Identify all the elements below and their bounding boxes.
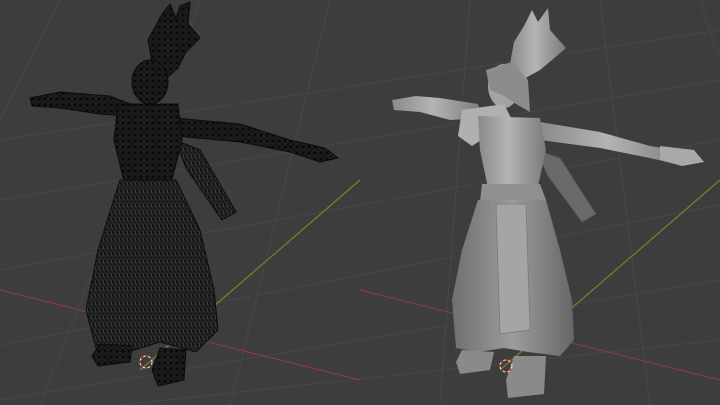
wireframe-foot-right: [151, 347, 187, 387]
solid-torso: [478, 116, 546, 188]
solid-character[interactable]: [392, 8, 704, 398]
wireframe-skirt: [85, 179, 219, 353]
wireframe-foot-left: [91, 343, 133, 367]
solid-hand-right: [660, 146, 704, 166]
wireframe-torso: [113, 103, 183, 183]
3d-cursor-icon[interactable]: [499, 359, 513, 373]
solid-foot-left: [456, 350, 494, 374]
wireframe-head: [131, 59, 169, 105]
viewport-canvas[interactable]: [0, 0, 720, 405]
solid-belt: [480, 184, 546, 202]
solid-skirt-front-panel: [495, 203, 531, 335]
3d-viewport[interactable]: [0, 0, 720, 405]
solid-hat: [510, 8, 566, 80]
solid-foot-right: [506, 356, 546, 398]
wireframe-character[interactable]: [29, 1, 340, 387]
3d-cursor-icon[interactable]: [139, 355, 153, 369]
wireframe-arm-left: [29, 91, 131, 117]
